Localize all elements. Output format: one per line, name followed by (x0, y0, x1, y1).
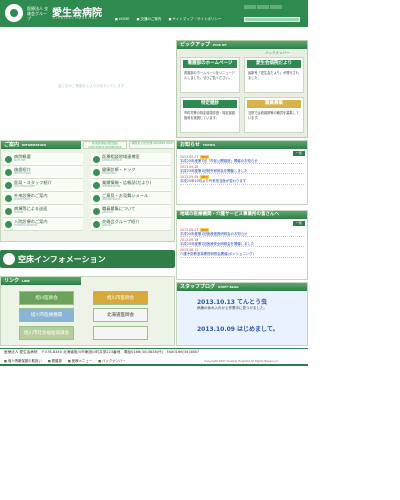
link-banner-6[interactable] (93, 326, 148, 340)
menu-bullet-icon (5, 207, 12, 215)
info-menu-left: 病院概要 OUTLINE 施設紹介 INSTITUTION 医局・スタッフ紹介 DOC… (3, 153, 83, 231)
staff-blog-section: スタッフブログ STAFF BLOG 2013.10.13 てんとう虫 病棟の休み… (176, 282, 308, 346)
header-nav: HOME 交通のご案内 サイトマップ・サイトポリシー (115, 17, 227, 22)
pickup-card-title: 看護部のホームページ (183, 60, 237, 68)
regional-link[interactable]: 平成25年度第1回医療連携研修会のお知らせ (180, 232, 304, 238)
footer-link-nursing[interactable]: 看護部 (48, 359, 62, 363)
regional-section: 地域の医療機関・介護サービス事業所の皆さんへ 一覧 2013.09.27 NEW … (176, 210, 308, 280)
menu-bullet-icon (93, 168, 100, 176)
topics-list: 2013.09.27 NEW 平成25年度第7回「市民公開講座」開催のお知らせ 2… (180, 155, 304, 186)
menu-bullet-icon (5, 194, 12, 202)
topic-link[interactable]: 平成25年度第7回「市民公開講座」開催のお知らせ (180, 159, 304, 165)
info-item-group[interactable]: 交雄会グループ紹介 GROUP (91, 218, 171, 231)
info-item-outline[interactable]: 病院概要 OUTLINE (3, 153, 83, 166)
blog-entry-title[interactable]: 2013.10.13 てんとう虫 (197, 297, 303, 306)
header-search-box[interactable] (244, 17, 300, 22)
group-name: 医療法人 交雄会グループ (27, 6, 49, 21)
pickup-card-nursing[interactable]: 看護部のホームページ 看護部のホームページをリニューアルしました。ぜひご覧くださ… (180, 57, 240, 93)
header-link-access[interactable]: 交通のご案内 (137, 17, 162, 21)
site-header: 医療法人 交雄会グループ 愛生会病院 AISEIKAI HOSPITAL HOM… (0, 0, 308, 27)
info-item-pickup[interactable]: 病棟等による送迎 PICKUP (3, 205, 83, 218)
footer-link-privacy[interactable]: 個人情報保護の取扱い (4, 359, 42, 363)
info-menu-right: 医療相談地域連携室 CONSULTATION 健康診断・ドック DIAGNOSIS … (91, 153, 171, 231)
info-item-outpatient[interactable]: 外来診療のご案内 OUTPATIENT (3, 192, 83, 205)
menu-bullet-icon (5, 168, 12, 176)
pickup-card-text: 当院では看護師等の職員を募集しています。 (248, 111, 299, 120)
pickup-card-title: 職員募集 (247, 100, 301, 108)
link-banner-2[interactable]: 旭川市医師会 (93, 291, 148, 305)
header-utility (244, 5, 304, 10)
menu-bullet-icon (93, 181, 100, 189)
link-banner-4[interactable]: 北海道医師会 (93, 308, 148, 322)
link-banner-3[interactable]: 旭川市医療機関 (19, 308, 74, 322)
pickup-card-text: 看護部のホームページをリニューアルしました。ぜひご覧ください。 (184, 71, 235, 80)
info-item-publications[interactable]: 業績情報・広報誌(だより) INFORMATION (91, 179, 171, 192)
regional-link[interactable]: 介護予防教室事業所研修会開催(ポジショニング) (180, 252, 304, 258)
link-banner-1[interactable]: 旭川医師会 (19, 291, 74, 305)
info-item-hospitalization[interactable]: 入院診療のご案内 HOSPITALIZATION (3, 218, 83, 231)
bed-icon (3, 253, 15, 265)
menu-bullet-icon (5, 155, 12, 163)
regional-more-button[interactable]: 一覧 (293, 221, 305, 226)
blog-entry-title[interactable]: 2013.10.09 はじめまして。 (197, 324, 303, 333)
info-item-institution[interactable]: 施設紹介 INSTITUTION (3, 166, 83, 179)
info-item-staff[interactable]: 医局・スタッフ紹介 DOCTOR&STAFF (3, 179, 83, 192)
link-banner-5[interactable]: 旭川市社会福祉協議会 (19, 326, 74, 340)
pickup-card-newsletter[interactable]: 愛生会病院だより 最新号「愛生会だより」が発行されました。 (244, 57, 304, 93)
topics-heading: お知らせ TOPICS (177, 141, 307, 149)
links-section: リンク LINK 旭川医師会 旭川市医師会 旭川市医療機関 北海道医師会 旭川市社… (0, 276, 175, 346)
site-subtitle: AISEIKAI HOSPITAL (53, 16, 98, 20)
menu-bullet-icon (5, 181, 12, 189)
topics-section: お知らせ TOPICS 一覧 2013.09.27 NEW 平成25年度第7回「市民… (176, 140, 308, 205)
schedule-tab[interactable]: 外来診療表(担当医) DOCTOR'S SCHEDULE (83, 141, 127, 149)
information-heading: ご案内 INFORMATION (1, 141, 81, 149)
font-size-large-button[interactable] (270, 5, 282, 9)
main-visual-caption: 皆さまのご健康を心よりお祈りいたします (58, 84, 125, 88)
copyright: Copyright 2007 Aiseikai Hospital All Rig… (204, 359, 278, 363)
footer-address: 医療法人 愛生会病院 〒078-8340 北海道旭川市東旭川町共栄223番地 電… (4, 350, 200, 354)
info-item-recruit[interactable]: 職員募集について RECRUIT (91, 205, 171, 218)
information-section: ご案内 INFORMATION 外来診療表(担当医) DOCTOR'S SCHED… (0, 140, 175, 242)
header-link-sitemap[interactable]: サイトマップ・サイトポリシー (169, 17, 222, 21)
footer-link-backnumber[interactable]: バックナンバー (98, 359, 126, 363)
bed-availability-banner[interactable]: 空床インフォメーション (0, 250, 175, 268)
info-item-diagnosis[interactable]: 健康診断・ドック DIAGNOSIS (91, 166, 171, 179)
regional-link[interactable]: 平成25年度第1回医療安全研修会を開催しました (180, 242, 304, 248)
footer-bar (0, 364, 308, 366)
links-heading: リンク LINK (1, 277, 81, 285)
menu-bullet-icon (5, 220, 12, 228)
font-size-medium-button[interactable] (257, 5, 269, 9)
pickup-card-text: 市町村等の特定健康診査・特定保健指導を実施しています。 (184, 111, 235, 120)
topic-link[interactable]: 平成25年10月より外来担当医が変わります (180, 179, 304, 185)
pickup-card-checkup[interactable]: 特定健診 市町村等の特定健康診査・特定保健指導を実施しています。 (180, 97, 240, 133)
topic-link[interactable]: 平成25年度第1回院外研修会を開催しました (180, 169, 304, 175)
staff-blog-heading: スタッフブログ STAFF BLOG (177, 283, 307, 291)
pickup-card-title: 愛生会病院だより (247, 60, 301, 68)
footer-nav: 個人情報保護の取扱い 看護部 医療メニュー バックナンバー (4, 358, 131, 363)
pickup-section: ピックアップ PICK UP バックナンバー 看護部のホームページ 看護部のホーム… (176, 40, 308, 138)
info-item-consultation[interactable]: 医療相談地域連携室 CONSULTATION (91, 153, 171, 166)
footer-link-menu[interactable]: 医療メニュー (68, 359, 92, 363)
pickup-card-title: 特定健診 (183, 100, 237, 108)
regional-heading: 地域の医療機関・介護サービス事業所の皆さんへ (177, 211, 307, 219)
bed-availability-title: 空床インフォメーション (18, 255, 106, 264)
main-visual: 皆さまのご健康を心よりお祈りいたします (0, 28, 175, 138)
pickup-backnumber-link[interactable]: バックナンバー (265, 51, 290, 56)
menu-bullet-icon (93, 155, 100, 163)
hospital-logo[interactable] (5, 4, 23, 22)
menu-bullet-icon (93, 194, 100, 202)
pickup-heading: ピックアップ PICK UP (177, 41, 307, 49)
font-size-small-button[interactable] (244, 5, 256, 9)
menu-bullet-icon (93, 220, 100, 228)
regional-list: 2013.09.27 NEW 平成25年度第1回医療連携研修会のお知らせ 2013… (180, 228, 304, 259)
pickup-card-text: 最新号「愛生会だより」が発行されました。 (248, 71, 299, 80)
header-link-home[interactable]: HOME (115, 17, 129, 21)
footer-divider (0, 348, 308, 349)
blog-entries: 2013.10.13 てんとう虫 病棟の休み入れかえ作業中に見つけました。 20… (197, 297, 303, 333)
access-tab[interactable]: 病院までの交通 ACCESS MAP (129, 141, 175, 149)
pickup-card-recruit[interactable]: 職員募集 当院では看護師等の職員を募集しています。 (244, 97, 304, 133)
info-item-inquiry[interactable]: ご意見・お見舞いメール INQUIRY&MAIL (91, 192, 171, 205)
blog-entry-text: 病棟の休み入れかえ作業中に見つけました。 (197, 306, 267, 310)
menu-bullet-icon (93, 207, 100, 215)
